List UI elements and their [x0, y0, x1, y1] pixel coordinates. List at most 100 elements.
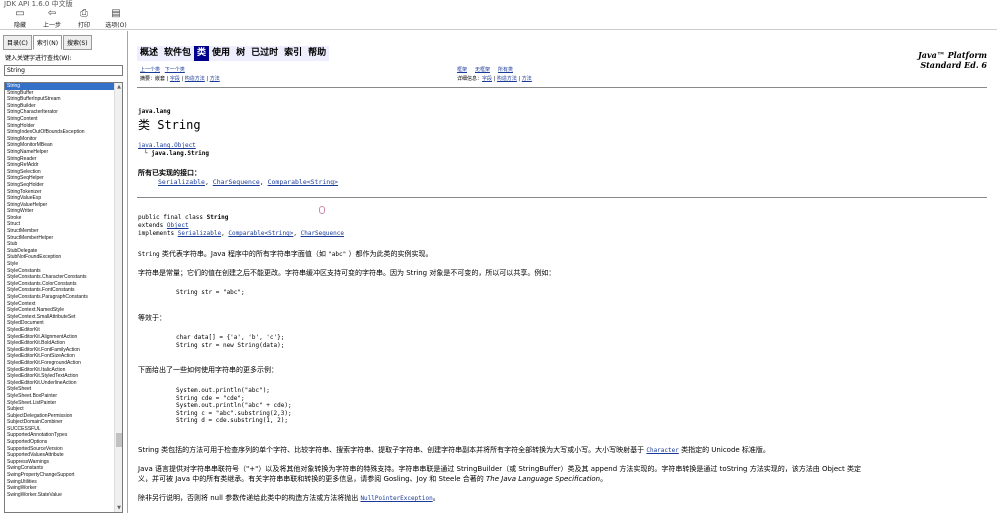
index-item[interactable]: StyledEditorKit.ForegroundAction — [5, 360, 115, 367]
print-button[interactable]: ⎙ 打印 — [68, 8, 100, 30]
index-item[interactable]: StringBufferInputStream — [5, 96, 115, 103]
index-item[interactable]: StyleConstants — [5, 268, 115, 275]
index-item[interactable]: StringValueHelper — [5, 202, 115, 209]
index-item[interactable]: StyledEditorKit.BoldAction — [5, 340, 115, 347]
index-item[interactable]: StringBuilder — [5, 103, 115, 110]
index-item[interactable]: StringWriter — [5, 208, 115, 215]
no-frames-link[interactable]: 无框架 — [475, 67, 490, 73]
scroll-down-icon[interactable]: ▼ — [115, 504, 122, 512]
index-list[interactable]: String StringBuffer StringBufferInputStrea… — [4, 82, 123, 513]
index-item[interactable]: SupportedValuesAttribute — [5, 452, 115, 459]
prev-class-link[interactable]: 上一个类 — [140, 67, 160, 73]
index-item[interactable]: StyledEditorKit.ItalicAction — [5, 367, 115, 374]
next-class-link[interactable]: 下一个类 — [165, 67, 185, 73]
index-scrollbar[interactable]: ▲ ▼ — [114, 83, 122, 512]
nav-overview[interactable]: 概述 — [137, 46, 161, 61]
index-item[interactable]: Style — [5, 261, 115, 268]
index-item[interactable]: SupportedOptions — [5, 439, 115, 446]
tab-search[interactable]: 搜索(S) — [63, 35, 92, 50]
index-item[interactable]: SupportedAnnotationTypes — [5, 432, 115, 439]
index-item[interactable]: StringCharacterIterator — [5, 109, 115, 116]
nav-package[interactable]: 软件包 — [161, 46, 194, 61]
index-item[interactable]: StringMonitor — [5, 136, 115, 143]
index-item[interactable]: SwingUtilities — [5, 479, 115, 486]
index-item[interactable]: StyleContext.NamedStyle — [5, 307, 115, 314]
index-item[interactable]: SwingConstants — [5, 465, 115, 472]
nav-index[interactable]: 索引 — [281, 46, 305, 61]
index-item[interactable]: StyleConstants.ColorConstants — [5, 281, 115, 288]
index-item[interactable]: StringHolder — [5, 123, 115, 130]
decl-if-link[interactable]: Serializable — [178, 230, 221, 237]
summary-field-link[interactable]: 字段 — [170, 76, 180, 82]
index-item[interactable]: StyleConstants.ParagraphConstants — [5, 294, 115, 301]
summary-constructor-link[interactable]: 构造方法 — [185, 76, 205, 82]
decl-if-link[interactable]: Comparable<String> — [228, 230, 293, 237]
index-item[interactable]: StyleSheet — [5, 386, 115, 393]
index-item[interactable]: StubNotFoundException — [5, 254, 115, 261]
detail-method-link[interactable]: 方法 — [522, 76, 532, 82]
index-item[interactable]: SwingPropertyChangeSupport — [5, 472, 115, 479]
index-item[interactable]: StringValueExp — [5, 195, 115, 202]
tab-contents[interactable]: 目录(C) — [3, 35, 32, 50]
index-item[interactable]: Subject — [5, 406, 115, 413]
detail-field-link[interactable]: 字段 — [482, 76, 492, 82]
decl-object-link[interactable]: Object — [167, 222, 189, 229]
hide-button[interactable]: ▭ 隐藏 — [4, 8, 36, 30]
back-button[interactable]: ⇦ 上一步 — [36, 8, 68, 30]
interface-link[interactable]: Comparable<String> — [268, 178, 338, 186]
npe-link[interactable]: NullPointerException — [360, 495, 432, 502]
nav-use[interactable]: 使用 — [209, 46, 233, 61]
index-item[interactable]: StringRefAddr — [5, 162, 115, 169]
character-link[interactable]: Character — [646, 447, 679, 454]
index-item[interactable]: StyleSheet.BoxPainter — [5, 393, 115, 400]
index-item[interactable]: String — [5, 83, 115, 90]
tab-index[interactable]: 索引(N) — [32, 35, 63, 50]
index-item[interactable]: StringSeqHelper — [5, 175, 115, 182]
index-item[interactable]: StringContent — [5, 116, 115, 123]
index-item[interactable]: Stub — [5, 241, 115, 248]
decl-if-link[interactable]: CharSequence — [301, 230, 344, 237]
index-item[interactable]: StubDelegate — [5, 248, 115, 255]
index-item[interactable]: StyledEditorKit.StyledTextAction — [5, 373, 115, 380]
nav-deprecated[interactable]: 已过时 — [248, 46, 281, 61]
index-item[interactable]: StyledEditorKit.UnderlineAction — [5, 380, 115, 387]
index-item[interactable]: SwingWorker — [5, 485, 115, 492]
parent-class-link[interactable]: java.lang.Object — [138, 142, 196, 149]
index-item[interactable]: StringReader — [5, 156, 115, 163]
index-item[interactable]: SuppressWarnings — [5, 459, 115, 466]
index-item[interactable]: StyleConstants.FontConstants — [5, 287, 115, 294]
index-item[interactable]: StyleContext.SmallAttributeSet — [5, 314, 115, 321]
index-item[interactable]: StyleContext — [5, 301, 115, 308]
interface-link[interactable]: Serializable — [158, 178, 205, 186]
scroll-thumb[interactable] — [116, 433, 122, 447]
summary-method-link[interactable]: 方法 — [210, 76, 220, 82]
interface-link[interactable]: CharSequence — [213, 178, 260, 186]
index-item[interactable]: SubjectDomainCombiner — [5, 419, 115, 426]
detail-constructor-link[interactable]: 构造方法 — [497, 76, 517, 82]
index-item[interactable]: StyleSheet.ListPainter — [5, 400, 115, 407]
all-classes-link[interactable]: 所有类 — [498, 67, 513, 73]
index-item[interactable]: StringNameHelper — [5, 149, 115, 156]
index-item[interactable]: StyledEditorKit.AlignmentAction — [5, 334, 115, 341]
index-item[interactable]: SupportedSourceVersion — [5, 446, 115, 453]
nav-tree[interactable]: 树 — [233, 46, 248, 61]
index-item[interactable]: Struct — [5, 221, 115, 228]
index-item[interactable]: StringMonitorMBean — [5, 142, 115, 149]
index-item[interactable]: StringIndexOutOfBoundsException — [5, 129, 115, 136]
index-item[interactable]: StructMemberHelper — [5, 235, 115, 242]
index-item[interactable]: StyleConstants.CharacterConstants — [5, 274, 115, 281]
index-item[interactable]: SubjectDelegationPermission — [5, 413, 115, 420]
index-item[interactable]: StyledEditorKit.FontSizeAction — [5, 353, 115, 360]
index-item[interactable]: StyledDocument — [5, 320, 115, 327]
index-item[interactable]: StringSeqHolder — [5, 182, 115, 189]
keyword-input[interactable]: String — [4, 65, 123, 76]
options-button[interactable]: ▤ 选项(O) — [100, 8, 132, 30]
nav-help[interactable]: 帮助 — [305, 46, 329, 61]
index-item[interactable]: StringTokenizer — [5, 189, 115, 196]
index-item[interactable]: Stroke — [5, 215, 115, 222]
index-item[interactable]: StructMember — [5, 228, 115, 235]
index-item[interactable]: SwingWorker.StateValue — [5, 492, 115, 499]
index-item[interactable]: StyledEditorKit.FontFamilyAction — [5, 347, 115, 354]
index-item[interactable]: StringSelection — [5, 169, 115, 176]
index-item[interactable]: StyledEditorKit — [5, 327, 115, 334]
